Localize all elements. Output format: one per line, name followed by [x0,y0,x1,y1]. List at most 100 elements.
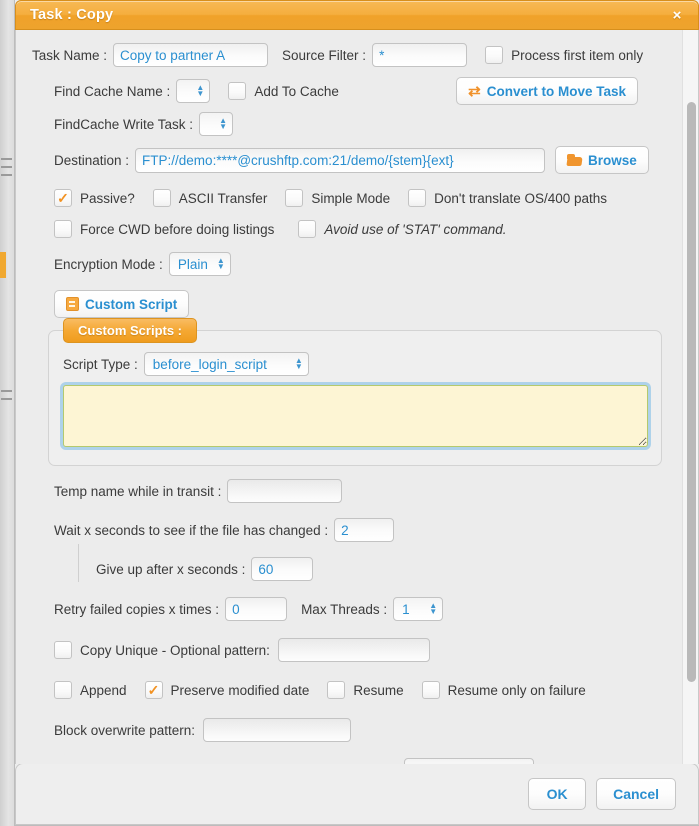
custom-scripts-group: Custom Scripts : Script Type : before_lo… [48,318,662,466]
dialog-titlebar: Task : Copy × [15,0,699,30]
cancel-button[interactable]: Cancel [596,778,676,810]
chevron-updown-icon: ▲ ▼ [196,83,205,98]
script-type-label: Script Type : [63,356,138,372]
process-first-item-only-label: Process first item only [511,47,644,63]
encryption-mode-select[interactable]: Plain ▲ ▼ [168,252,231,276]
browse-button[interactable]: Browse [555,146,649,174]
row-encryption-mode: Encryption Mode : Plain ▲ ▼ [16,251,678,277]
preserve-modified-date-label: Preserve modified date [170,682,310,698]
resume-checkbox[interactable]: ✓ [327,681,346,699]
row-script-type: Script Type : before_login_script ▲ ▼ [63,351,647,377]
destination-label: Destination : [54,152,130,168]
background-accent-bar [0,252,6,278]
avoid-stat-checkbox[interactable]: ✓ [298,220,317,238]
simple-mode-label: Simple Mode [311,190,391,206]
dialog-form: Task Name : Source Filter : ✓ Process fi… [16,30,678,764]
convert-to-move-task-button[interactable]: ⇄ Convert to Move Task [456,77,638,105]
append-checkbox[interactable]: ✓ [54,681,72,699]
wait-seconds-label: Wait x seconds to see if the file has ch… [54,522,329,538]
copy-unique-pattern-input[interactable] [277,638,430,662]
avoid-stat-label: Avoid use of 'STAT' command. [324,221,507,237]
max-threads-label: Max Threads : [301,601,388,617]
custom-script-button[interactable]: Custom Script [54,290,190,318]
row-give-up-seconds: Give up after x seconds : [16,544,678,582]
row-findcache-write-task: FindCache Write Task : ▲ ▼ [16,111,678,137]
max-threads-value: 1 [402,601,410,617]
ok-button[interactable]: OK [528,778,587,810]
chevron-updown-icon: ▲ ▼ [294,356,303,371]
retry-failed-input[interactable] [225,597,288,621]
findcache-write-task-select[interactable]: ▲ ▼ [199,112,234,136]
scrollbar-thumb[interactable] [687,102,696,682]
custom-scripts-legend: Custom Scripts : [63,318,198,343]
row-block-overwrite: Block overwrite pattern: [16,717,678,743]
passive-checkbox[interactable]: ✓ [54,189,72,207]
findcache-write-task-label: FindCache Write Task : [54,116,194,132]
block-overwrite-input[interactable] [203,718,352,742]
add-to-cache-checkbox[interactable]: ✓ [228,82,247,100]
background-tick [1,398,12,400]
chevron-updown-icon: ▲ ▼ [216,256,225,271]
script-type-value: before_login_script [152,356,267,372]
row-task-name: Task Name : Source Filter : ✓ Process fi… [16,42,678,68]
resume-only-on-failure-checkbox[interactable]: ✓ [421,681,440,699]
background-tick [1,158,12,160]
temp-name-label: Temp name while in transit : [54,483,222,499]
dialog-footer: OK Cancel [15,763,699,825]
background-tick [1,390,12,392]
row-temp-name: Temp name while in transit : [16,478,678,504]
resume-label: Resume [353,682,404,698]
chevron-updown-icon: ▲ ▼ [219,116,228,131]
dont-translate-os400-label: Don't translate OS/400 paths [434,190,608,206]
folder-open-icon [566,154,583,166]
process-first-item-only-checkbox[interactable]: ✓ [485,46,504,64]
row-retry-and-threads: Retry failed copies x times : Max Thread… [16,596,678,622]
resume-only-on-failure-label: Resume only on failure [447,682,586,698]
dialog-scrollbar[interactable] [682,30,698,764]
force-cwd-checkbox[interactable]: ✓ [54,220,72,238]
dialog-title: Task : Copy [30,7,114,23]
copy-unique-checkbox[interactable]: ✓ [54,641,72,659]
retry-failed-label: Retry failed copies x times : [54,601,220,617]
browse-label: Browse [588,152,637,168]
destination-input[interactable] [135,147,546,173]
ascii-transfer-checkbox[interactable]: ✓ [152,189,171,207]
row-wait-seconds: Wait x seconds to see if the file has ch… [16,517,678,543]
encryption-mode-label: Encryption Mode : [54,256,163,272]
close-icon[interactable]: × [668,6,686,24]
row-append-options: ✓ Append ✓ Preserve modified date ✓ Resu… [16,677,678,703]
temp-name-input[interactable] [227,479,343,503]
simple-mode-checkbox[interactable]: ✓ [285,189,304,207]
script-body-textarea[interactable] [63,385,648,447]
max-threads-select[interactable]: 1 ▲ ▼ [393,597,444,621]
find-cache-name-label: Find Cache Name : [54,83,171,99]
row-convert-line-endings: Convert Line Endings (Warning: only use … [16,757,678,764]
dialog-body: Task Name : Source Filter : ✓ Process fi… [15,30,699,764]
find-cache-name-select[interactable]: ▲ ▼ [176,79,211,103]
row-transfer-options-1: ✓ Passive? ✓ ASCII Transfer ✓ Simple Mod… [16,185,678,211]
force-cwd-label: Force CWD before doing listings [80,221,275,237]
encryption-mode-value: Plain [177,256,208,272]
give-up-seconds-label: Give up after x seconds : [96,561,246,577]
background-tick [1,174,12,176]
swap-arrows-icon: ⇄ [468,82,481,100]
give-up-seconds-input[interactable] [251,557,314,581]
row-custom-script-button: Custom Script [16,290,678,318]
convert-line-endings-select[interactable]: No Change ▲▼ [403,758,534,764]
convert-to-move-task-label: Convert to Move Task [486,83,626,99]
preserve-modified-date-checkbox[interactable]: ✓ [144,681,163,699]
background-tick [1,166,12,168]
task-name-label: Task Name : [32,47,108,63]
script-type-select[interactable]: before_login_script ▲ ▼ [143,352,309,376]
custom-script-label: Custom Script [85,296,178,312]
task-name-input[interactable] [113,43,269,67]
convert-line-endings-label: Convert Line Endings (Warning: only use … [54,763,396,765]
row-copy-unique: ✓ Copy Unique - Optional pattern: [16,637,678,663]
background-left-rail [0,0,14,826]
task-copy-dialog: Task : Copy × Task Name : Source Filter … [14,0,699,826]
source-filter-input[interactable] [372,43,468,67]
dont-translate-os400-checkbox[interactable]: ✓ [408,189,427,207]
wait-seconds-input[interactable] [334,518,395,542]
block-overwrite-label: Block overwrite pattern: [54,722,196,738]
ascii-transfer-label: ASCII Transfer [178,190,268,206]
